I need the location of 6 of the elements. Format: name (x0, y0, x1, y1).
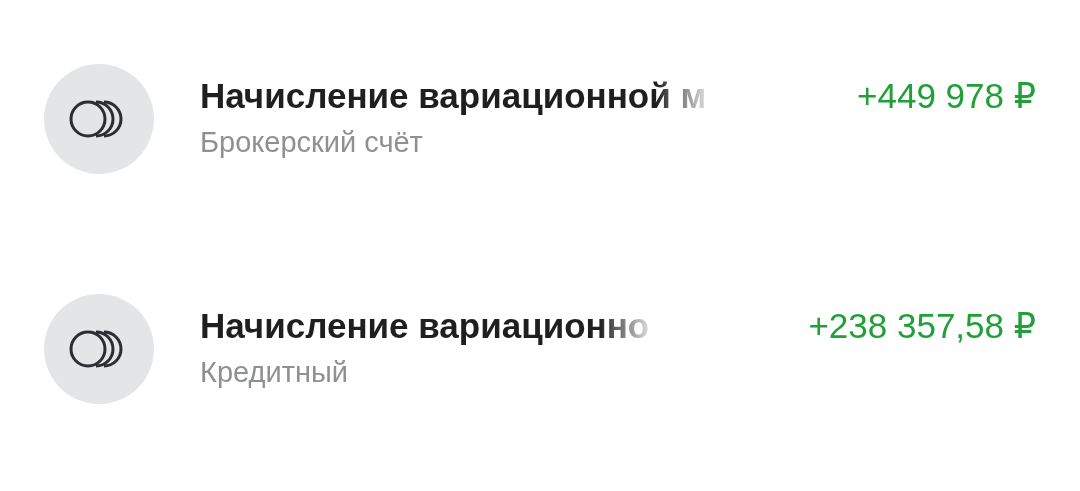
operation-amount: +238 357,58 ₽ (808, 306, 1036, 346)
operation-amount: +449 978 ₽ (857, 76, 1036, 116)
account-name: Кредитный (200, 356, 349, 389)
operation-title: Начисление вариационной м (200, 76, 707, 116)
account-name: Брокерский счёт (200, 126, 424, 159)
operation-title: Начисление вариационно (200, 306, 650, 346)
